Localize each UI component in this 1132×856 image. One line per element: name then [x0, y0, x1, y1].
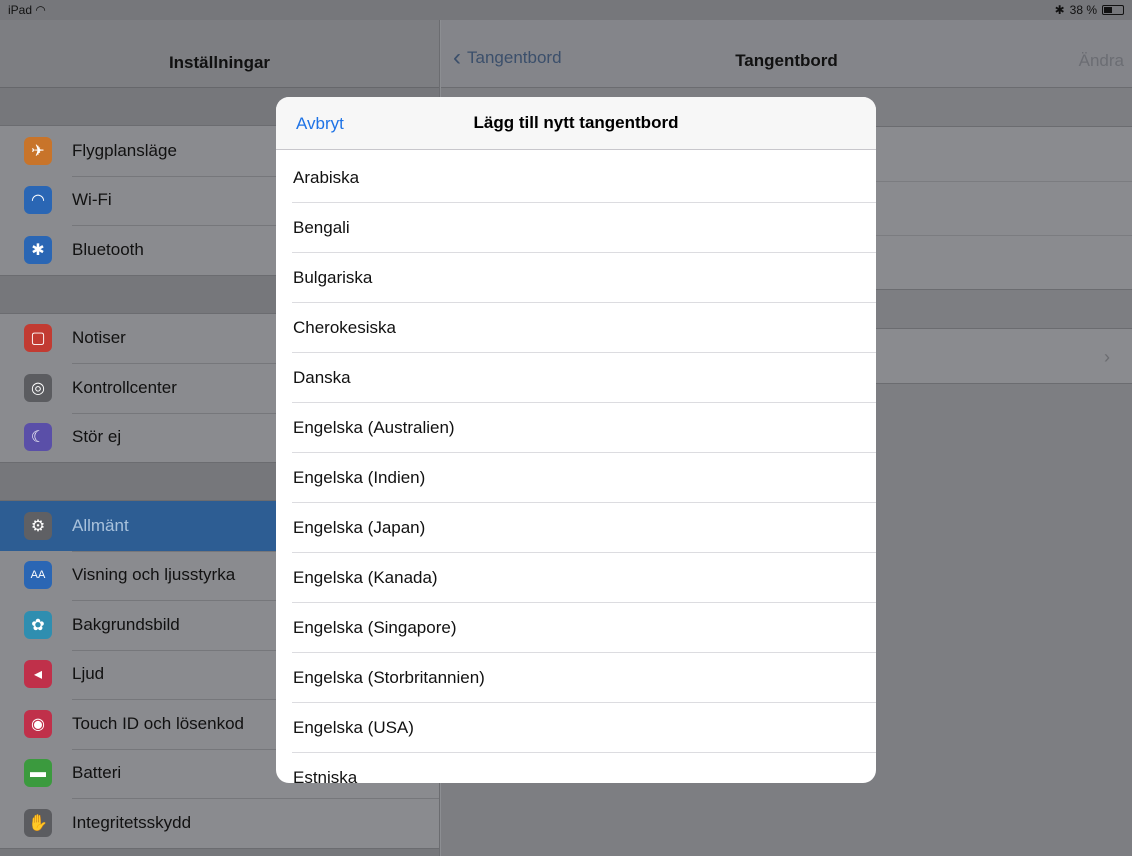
sidebar-title: Inställningar — [168, 53, 271, 72]
language-list-item[interactable]: Danska — [276, 353, 876, 403]
language-list-item[interactable]: Engelska (Kanada) — [276, 553, 876, 603]
language-list-item[interactable]: Engelska (Indien) — [276, 453, 876, 503]
sheet-header: Avbryt Lägg till nytt tangentbord — [276, 97, 876, 150]
sidebar-item-label: Allmänt — [72, 515, 129, 535]
battery-percent: 38 % — [1069, 3, 1097, 17]
display-icon: AA — [24, 561, 52, 590]
sidebar-item-label: Ljud — [72, 664, 105, 684]
sheet-title: Lägg till nytt tangentbord — [473, 113, 679, 132]
sidebar-item-label: Wi-Fi — [72, 190, 112, 210]
language-list-item[interactable]: Engelska (Storbritannien) — [276, 653, 876, 703]
detail-navbar: ‹ Tangentbord Tangentbord Ändra — [441, 20, 1132, 88]
language-list-item[interactable]: Estniska — [276, 753, 876, 783]
sidebar-item-label: Batteri — [72, 763, 122, 783]
notifications-icon: ▢ — [24, 324, 52, 353]
sidebar-item-label: Notiser — [72, 328, 126, 348]
device-label: iPad ◠ — [8, 3, 46, 17]
sidebar-navbar: Inställningar — [0, 20, 439, 88]
bluetooth-icon: ✱ — [1054, 3, 1065, 17]
sidebar-item-label: Bakgrundsbild — [72, 614, 180, 634]
language-list-item[interactable]: Engelska (USA) — [276, 703, 876, 753]
fingerprint-icon: ◉ — [24, 709, 52, 738]
wifi-icon: ◠ — [35, 3, 46, 17]
language-list-item[interactable]: Engelska (Japan) — [276, 503, 876, 553]
sidebar-item-label: Stör ej — [72, 427, 122, 447]
moon-icon: ☾ — [24, 423, 52, 452]
airplane-icon: ✈ — [24, 136, 52, 165]
bluetooth-icon: ✱ — [24, 235, 52, 264]
gear-icon: ⚙ — [24, 511, 52, 540]
edit-button[interactable]: Ändra — [1079, 51, 1124, 71]
language-list[interactable]: Arabiska Bengali Bulgariska Cherokesiska Dan… — [276, 153, 876, 783]
sidebar-item-label: Bluetooth — [72, 239, 144, 259]
wallpaper-icon: ✿ — [24, 610, 52, 639]
status-right: ✱ 38 % — [1055, 3, 1124, 17]
battery-icon — [1102, 5, 1124, 15]
add-keyboard-sheet: Avbryt Lägg till nytt tangentbord Arabis… — [276, 97, 876, 783]
sidebar-item-label: Flygplansläge — [72, 140, 177, 160]
sidebar-item-integritetsskydd[interactable]: ✋ Integritetsskydd — [0, 798, 439, 848]
sound-icon: ◂ — [24, 660, 52, 689]
status-bar: iPad ◠ ✱ 38 % — [0, 0, 1132, 20]
hand-icon: ✋ — [24, 808, 52, 837]
language-list-item[interactable]: Engelska (Singapore) — [276, 603, 876, 653]
sidebar-item-label: Touch ID och lösenkod — [72, 713, 244, 733]
battery-icon: ▬ — [24, 759, 52, 788]
language-list-item[interactable]: Engelska (Australien) — [276, 403, 876, 453]
sidebar-item-label: Visning och ljusstyrka — [72, 565, 236, 585]
control-center-icon: ◎ — [24, 373, 52, 402]
detail-title: Tangentbord — [735, 51, 838, 70]
sidebar-item-label: Integritetsskydd — [72, 812, 192, 832]
sidebar-item-label: Kontrollcenter — [72, 377, 177, 397]
language-list-item[interactable]: Arabiska — [276, 153, 876, 203]
language-list-item[interactable]: Cherokesiska — [276, 303, 876, 353]
language-list-item[interactable]: Bulgariska — [276, 253, 876, 303]
wifi-icon: ◠ — [24, 186, 52, 215]
chevron-right-icon: › — [1104, 347, 1110, 367]
language-list-item[interactable]: Bengali — [276, 203, 876, 253]
